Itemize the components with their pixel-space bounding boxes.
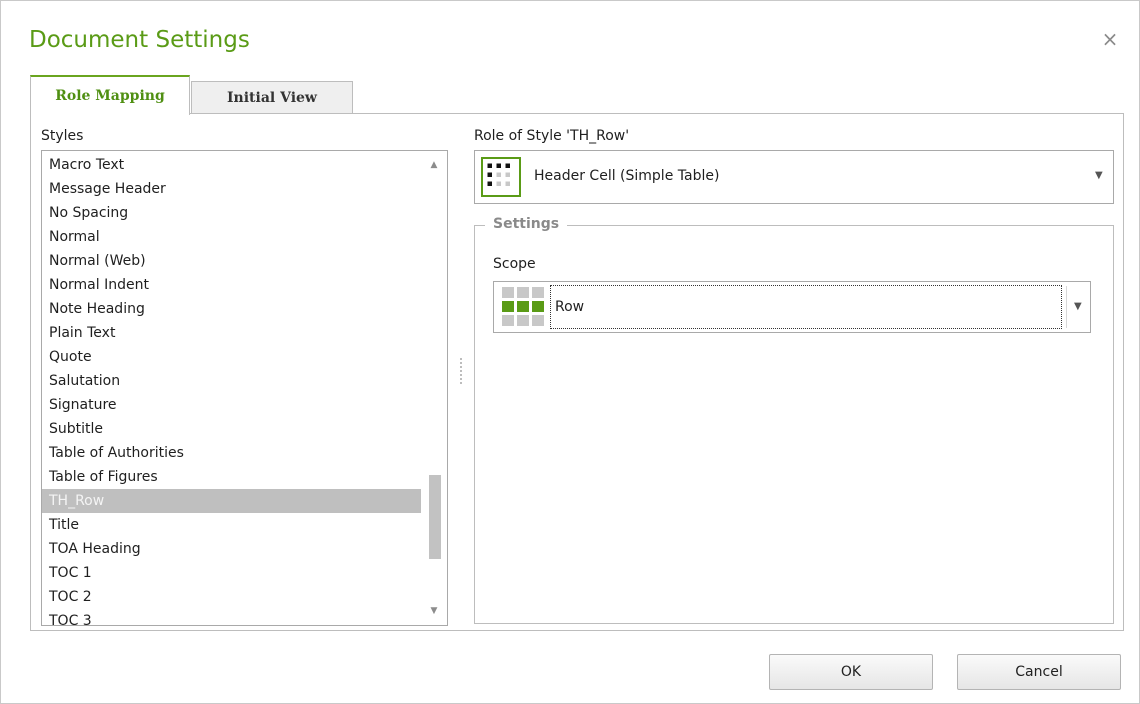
ok-button[interactable]: OK (769, 654, 933, 690)
style-list-item[interactable]: Normal Indent (42, 273, 421, 297)
scroll-up-icon[interactable]: ▲ (421, 155, 447, 175)
role-value: Header Cell (Simple Table) (534, 168, 720, 184)
close-icon[interactable]: × (1100, 29, 1120, 49)
chevron-down-icon[interactable]: ▼ (1074, 301, 1082, 312)
styles-label: Styles (41, 128, 84, 144)
chevron-down-icon[interactable]: ▼ (1095, 170, 1103, 181)
style-list-item[interactable]: Title (42, 513, 421, 537)
scope-value: Row (555, 299, 585, 315)
scroll-down-icon[interactable]: ▼ (421, 601, 447, 621)
scroll-thumb[interactable] (429, 475, 441, 559)
tab-role-mapping[interactable]: Role Mapping (30, 75, 190, 115)
style-list-item[interactable]: Note Heading (42, 297, 421, 321)
style-list-item[interactable]: TOA Heading (42, 537, 421, 561)
scope-dropdown[interactable]: Row ▼ (493, 281, 1091, 333)
style-list-item[interactable]: Subtitle (42, 417, 421, 441)
style-list-item[interactable]: Normal (Web) (42, 249, 421, 273)
style-list-item[interactable]: Salutation (42, 369, 421, 393)
style-list-item[interactable]: Normal (42, 225, 421, 249)
scope-label: Scope (493, 256, 536, 272)
settings-group: Settings Scope Row ▼ (474, 216, 1114, 624)
styles-list[interactable]: TOC 3 TOC 2 TOC 1 TOA Heading Title TH_Row Tab… (41, 150, 448, 626)
tab-initial-view[interactable]: Initial View (191, 81, 353, 114)
style-list-item[interactable]: Quote (42, 345, 421, 369)
settings-legend: Settings (485, 216, 568, 232)
dropdown-separator (1066, 286, 1067, 328)
dialog-title: Document Settings (29, 27, 250, 53)
role-mapping-panel: Styles TOC 3 TOC 2 TOC 1 TOA Heading Title TH… (30, 113, 1124, 631)
style-list-item[interactable]: TOC 2 (42, 585, 421, 609)
style-list-item[interactable]: Signature (42, 393, 421, 417)
style-list-item[interactable]: Table of Authorities (42, 441, 421, 465)
table-row-scope-icon (502, 287, 544, 326)
style-list-item[interactable]: Plain Text (42, 321, 421, 345)
style-list-item[interactable]: Table of Figures (42, 465, 421, 489)
style-list-item[interactable]: TOC 1 (42, 561, 421, 585)
style-list-item[interactable]: Macro Text (42, 153, 421, 177)
style-list-item[interactable]: TH_Row (42, 489, 421, 513)
style-list-item[interactable]: No Spacing (42, 201, 421, 225)
scope-focus-box: Row (550, 285, 1062, 329)
panel-splitter[interactable] (460, 358, 464, 384)
style-list-item[interactable]: Message Header (42, 177, 421, 201)
cancel-button[interactable]: Cancel (957, 654, 1121, 690)
role-dropdown[interactable]: Header Cell (Simple Table) ▼ (474, 150, 1114, 204)
role-label: Role of Style 'TH_Row' (474, 128, 630, 144)
style-list-item[interactable]: TOC 3 (42, 609, 421, 625)
styles-scrollbar[interactable]: ▲ ▼ (421, 151, 447, 625)
document-settings-dialog: Document Settings × Role Mapping Initial… (0, 0, 1140, 704)
table-header-cell-icon (481, 157, 521, 197)
